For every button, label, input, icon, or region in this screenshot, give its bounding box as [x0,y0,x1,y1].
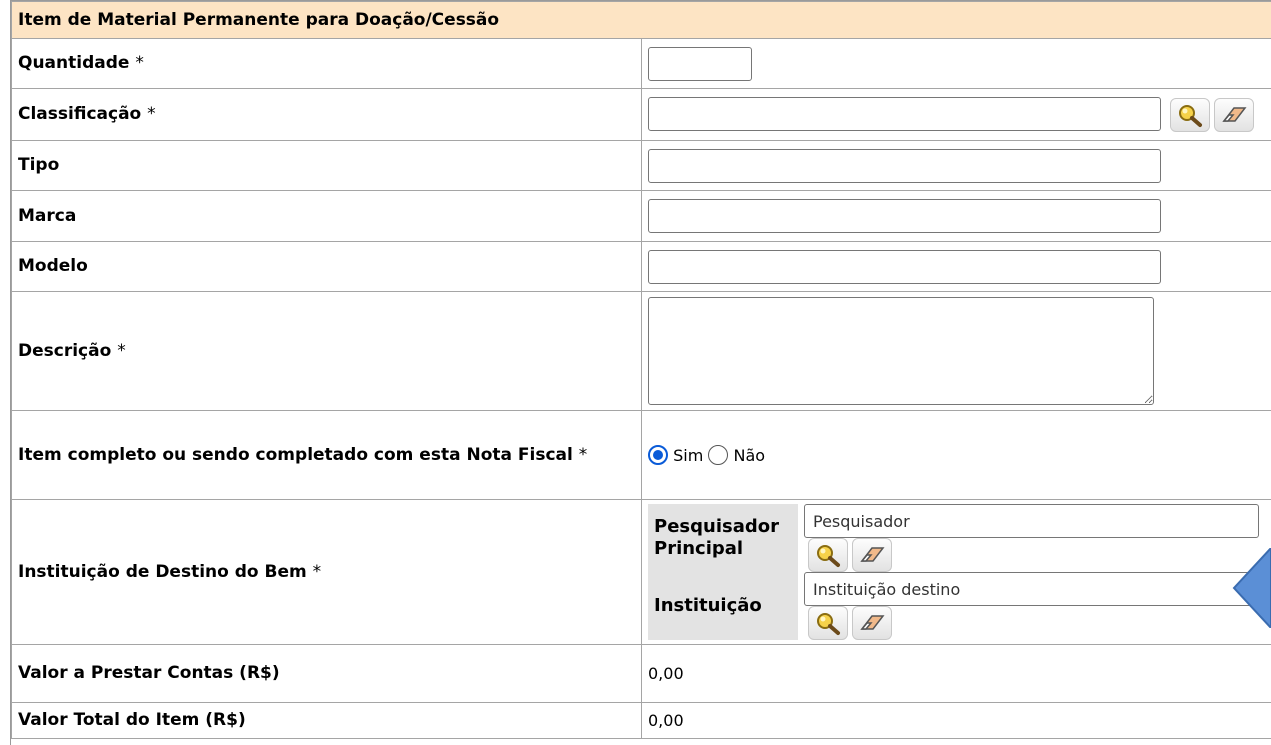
eraser-icon [857,542,887,568]
quantidade-input[interactable] [648,47,752,81]
classificacao-input[interactable] [648,97,1161,131]
modelo-input[interactable] [648,250,1161,284]
item-completo-label: Item completo ou sendo completado com es… [12,411,642,500]
pesquisador-search-button[interactable] [808,538,848,572]
marca-input[interactable] [648,199,1161,233]
radio-sim[interactable] [648,445,668,465]
eraser-icon [857,610,887,636]
classificacao-clear-button[interactable] [1214,98,1254,132]
quantidade-label: Quantidade * [12,39,642,89]
classificacao-search-button[interactable] [1170,98,1210,132]
eraser-icon [1219,102,1249,128]
instituicao-label: Instituição [648,572,798,640]
radio-sim-label: Sim [673,446,703,465]
descricao-textarea[interactable] [648,297,1154,405]
item-completo-options: Sim Não [642,411,1271,500]
tipo-input[interactable] [648,149,1161,183]
instituicao-search-button[interactable] [808,606,848,640]
search-icon [1175,102,1205,128]
valor-total-item-value: 0,00 [642,703,1271,739]
item-form-table: Item de Material Permanente para Doação/… [11,1,1271,739]
instituicao-clear-button[interactable] [852,606,892,640]
valor-prestar-contas-value: 0,00 [642,645,1271,703]
form-title: Item de Material Permanente para Doação/… [12,2,1271,39]
nav-arrow-icon[interactable] [1232,548,1271,628]
valor-prestar-contas-label: Valor a Prestar Contas (R$) [12,645,642,703]
modelo-label: Modelo [12,242,642,292]
pesquisador-input[interactable] [804,504,1259,538]
marca-label: Marca [12,191,642,242]
valor-total-item-label: Valor Total do Item (R$) [12,703,642,739]
search-icon [813,542,843,568]
search-icon [813,610,843,636]
tipo-label: Tipo [12,141,642,191]
descricao-label: Descrição * [12,292,642,411]
radio-nao[interactable] [708,445,728,465]
pesquisador-clear-button[interactable] [852,538,892,572]
classificacao-label: Classificação * [12,89,642,141]
instituicao-input[interactable] [804,572,1259,606]
destino-subtable: Pesquisador Principal [648,504,1265,640]
pesquisador-principal-label: Pesquisador Principal [648,504,798,572]
instituicao-destino-label: Instituição de Destino do Bem * [12,500,642,645]
form-frame: Item de Material Permanente para Doação/… [10,0,1271,745]
radio-nao-label: Não [733,446,765,465]
